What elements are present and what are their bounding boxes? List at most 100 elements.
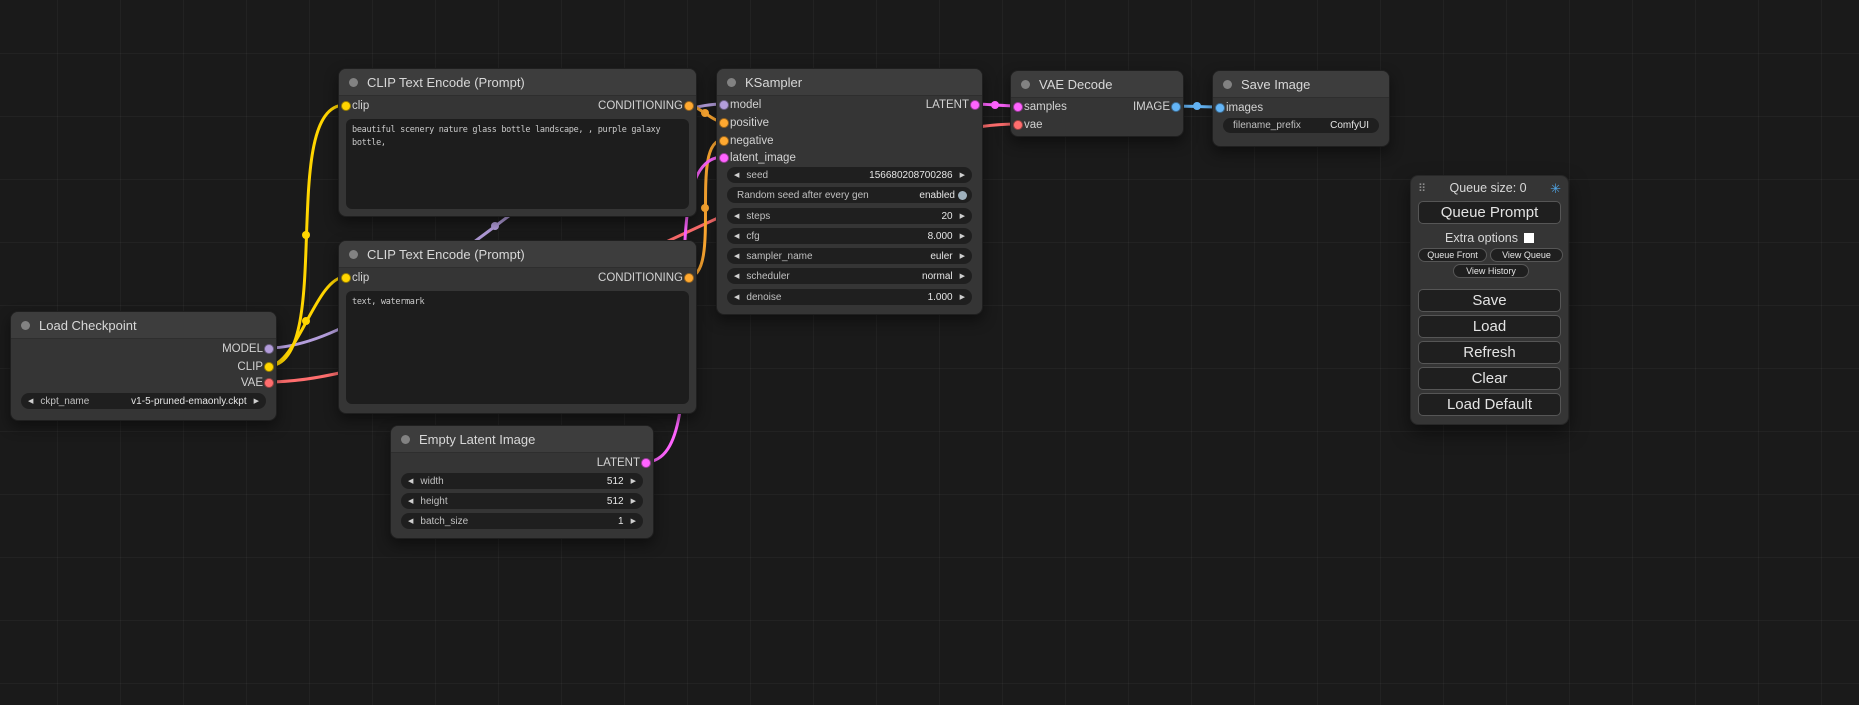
settings-gear-icon[interactable]: ✳ [1550, 182, 1561, 195]
arrow-left-icon[interactable]: ◀ [408, 518, 413, 525]
arrow-right-icon[interactable]: ▶ [631, 498, 636, 505]
steps-widget[interactable]: ◀ steps 20 ▶ [727, 208, 972, 224]
output-label-image: IMAGE [1133, 99, 1170, 115]
arrow-right-icon[interactable]: ▶ [960, 294, 965, 301]
input-dot-model[interactable] [719, 100, 729, 110]
arrow-left-icon[interactable]: ◀ [734, 172, 739, 179]
node-title: Empty Latent Image [419, 432, 535, 447]
node-clip-text-encode-negative[interactable]: CLIP Text Encode (Prompt) clip CONDITION… [338, 240, 697, 414]
arrow-left-icon[interactable]: ◀ [408, 478, 413, 485]
extra-options-label: Extra options [1445, 231, 1518, 245]
output-dot-conditioning[interactable] [684, 101, 694, 111]
view-queue-button[interactable]: View Queue [1490, 248, 1563, 262]
output-dot-model[interactable] [264, 344, 274, 354]
arrow-right-icon[interactable]: ▶ [960, 273, 965, 280]
input-dot-negative[interactable] [719, 136, 729, 146]
save-button[interactable]: Save [1418, 289, 1561, 312]
node-title-bar[interactable]: Save Image [1213, 71, 1389, 98]
output-label-vae: VAE [241, 375, 263, 391]
node-ksampler[interactable]: KSampler model positive negative latent_… [716, 68, 983, 315]
node-title-bar[interactable]: KSampler [717, 69, 982, 96]
input-dot-images[interactable] [1215, 103, 1225, 113]
output-label-latent: LATENT [926, 97, 969, 113]
output-dot-vae[interactable] [264, 378, 274, 388]
queue-front-button[interactable]: Queue Front [1418, 248, 1487, 262]
node-empty-latent-image[interactable]: Empty Latent Image LATENT ◀ width 512 ▶ … [390, 425, 654, 539]
node-clip-text-encode-positive[interactable]: CLIP Text Encode (Prompt) clip CONDITION… [338, 68, 697, 217]
load-default-button[interactable]: Load Default [1418, 393, 1561, 416]
clear-button[interactable]: Clear [1418, 367, 1561, 390]
arrow-left-icon[interactable]: ◀ [734, 233, 739, 240]
input-dot-vae[interactable] [1013, 120, 1023, 130]
arrow-right-icon[interactable]: ▶ [631, 478, 636, 485]
input-label-clip: clip [352, 270, 369, 286]
filename-prefix-widget[interactable]: filename_prefix ComfyUI [1223, 118, 1379, 133]
collapse-dot[interactable] [349, 250, 358, 259]
collapse-dot[interactable] [727, 78, 736, 87]
node-vae-decode[interactable]: VAE Decode samples vae IMAGE [1010, 70, 1184, 137]
input-dot-clip[interactable] [341, 273, 351, 283]
extra-options-checkbox[interactable] [1524, 233, 1534, 243]
output-dot-latent[interactable] [641, 458, 651, 468]
input-dot-clip[interactable] [341, 101, 351, 111]
arrow-right-icon[interactable]: ▶ [960, 233, 965, 240]
node-title: CLIP Text Encode (Prompt) [367, 247, 525, 262]
output-dot-conditioning[interactable] [684, 273, 694, 283]
input-label-positive: positive [730, 115, 769, 131]
batch-size-widget[interactable]: ◀ batch_size 1 ▶ [401, 513, 643, 529]
input-label-vae: vae [1024, 117, 1043, 133]
output-label-clip: CLIP [237, 359, 263, 375]
arrow-right-icon[interactable]: ▶ [960, 253, 965, 260]
panel-drag-handle-icon[interactable]: ⠿ [1418, 182, 1426, 195]
collapse-dot[interactable] [1223, 80, 1232, 89]
output-dot-latent[interactable] [970, 100, 980, 110]
node-load-checkpoint[interactable]: Load Checkpoint MODEL CLIP VAE ◀ ckpt_na… [10, 311, 277, 421]
negative-prompt-textarea[interactable]: text, watermark [346, 291, 689, 404]
input-dot-samples[interactable] [1013, 102, 1023, 112]
arrow-left-icon[interactable]: ◀ [734, 213, 739, 220]
random-seed-toggle-widget[interactable]: Random seed after every gen enabled [727, 187, 972, 203]
node-title-bar[interactable]: Empty Latent Image [391, 426, 653, 453]
queue-prompt-button[interactable]: Queue Prompt [1418, 201, 1561, 224]
input-dot-positive[interactable] [719, 118, 729, 128]
sampler-name-widget[interactable]: ◀ sampler_name euler ▶ [727, 248, 972, 264]
collapse-dot[interactable] [21, 321, 30, 330]
arrow-left-icon[interactable]: ◀ [734, 294, 739, 301]
collapse-dot[interactable] [401, 435, 410, 444]
collapse-dot[interactable] [349, 78, 358, 87]
scheduler-widget[interactable]: ◀ scheduler normal ▶ [727, 268, 972, 284]
denoise-widget[interactable]: ◀ denoise 1.000 ▶ [727, 289, 972, 305]
node-title-bar[interactable]: CLIP Text Encode (Prompt) [339, 241, 696, 268]
arrow-left-icon[interactable]: ◀ [734, 273, 739, 280]
input-dot-latent-image[interactable] [719, 153, 729, 163]
output-label-conditioning: CONDITIONING [598, 270, 683, 286]
arrow-right-icon[interactable]: ▶ [960, 172, 965, 179]
node-title-bar[interactable]: VAE Decode [1011, 71, 1183, 98]
node-graph-canvas[interactable]: Load Checkpoint MODEL CLIP VAE ◀ ckpt_na… [0, 0, 1859, 705]
arrow-right-icon[interactable]: ▶ [254, 398, 259, 405]
node-title-bar[interactable]: Load Checkpoint [11, 312, 276, 339]
output-dot-clip[interactable] [264, 362, 274, 372]
queue-size-label: Queue size: 0 [1426, 181, 1550, 195]
view-history-button[interactable]: View History [1453, 264, 1529, 278]
seed-toggle-dot[interactable] [958, 191, 967, 200]
arrow-right-icon[interactable]: ▶ [631, 518, 636, 525]
arrow-right-icon[interactable]: ▶ [960, 213, 965, 220]
height-widget[interactable]: ◀ height 512 ▶ [401, 493, 643, 509]
node-title-bar[interactable]: CLIP Text Encode (Prompt) [339, 69, 696, 96]
arrow-left-icon[interactable]: ◀ [734, 253, 739, 260]
load-button[interactable]: Load [1418, 315, 1561, 338]
wire-negative-midpoint [701, 204, 709, 212]
wire-samples-midpoint [991, 101, 999, 109]
ckpt-name-widget[interactable]: ◀ ckpt_name v1-5-pruned-emaonly.ckpt ▶ [21, 393, 266, 409]
output-dot-image[interactable] [1171, 102, 1181, 112]
node-save-image[interactable]: Save Image images filename_prefix ComfyU… [1212, 70, 1390, 147]
arrow-left-icon[interactable]: ◀ [28, 398, 33, 405]
width-widget[interactable]: ◀ width 512 ▶ [401, 473, 643, 489]
positive-prompt-textarea[interactable]: beautiful scenery nature glass bottle la… [346, 119, 689, 209]
arrow-left-icon[interactable]: ◀ [408, 498, 413, 505]
cfg-widget[interactable]: ◀ cfg 8.000 ▶ [727, 228, 972, 244]
seed-widget[interactable]: ◀ seed 156680208700286 ▶ [727, 167, 972, 183]
collapse-dot[interactable] [1021, 80, 1030, 89]
refresh-button[interactable]: Refresh [1418, 341, 1561, 364]
